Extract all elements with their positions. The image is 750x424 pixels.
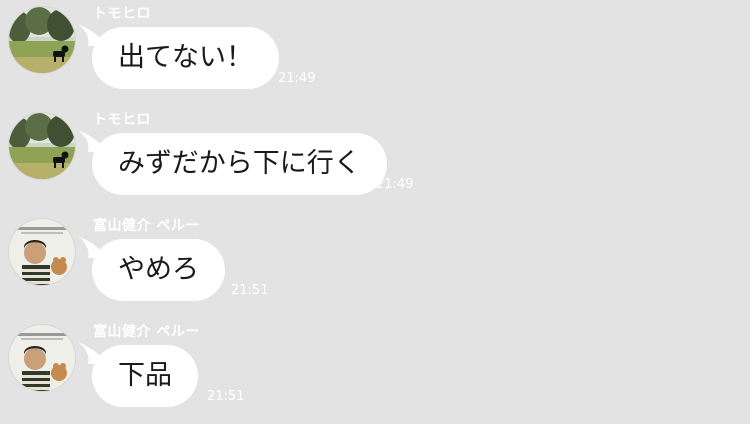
message-text: みずだから下に行く <box>92 133 387 195</box>
message-row: トモヒロ 出てない！ 21:49 <box>0 0 750 104</box>
sender-name: 富山健介 ペルー <box>93 218 200 234</box>
message-row: トモヒロ みずだから下に行く 21:49 <box>0 106 750 210</box>
message-time: 21:51 <box>231 283 269 298</box>
message-bubble[interactable]: 出てない！ <box>78 24 279 89</box>
message-time: 21:49 <box>278 71 316 86</box>
chat-log: トモヒロ 出てない！ 21:49 トモヒロ みずだから下に行く 21:49 富山… <box>0 0 750 416</box>
message-time: 21:49 <box>376 177 414 192</box>
message-text: 出てない！ <box>92 27 279 89</box>
person-avatar[interactable] <box>9 219 75 285</box>
message-row: 富山健介 ペルー 下品 21:51 <box>0 318 750 422</box>
message-time: 21:51 <box>207 389 245 404</box>
message-bubble[interactable]: みずだから下に行く <box>78 130 387 195</box>
message-text: やめろ <box>92 239 225 301</box>
message-row: 富山健介 ペルー やめろ 21:51 <box>0 212 750 316</box>
dog-park-avatar[interactable] <box>9 113 75 179</box>
sender-name: トモヒロ <box>93 112 151 128</box>
message-text: 下品 <box>92 345 198 407</box>
sender-name: トモヒロ <box>93 6 151 22</box>
sender-name: 富山健介 ペルー <box>93 324 200 340</box>
dog-park-avatar[interactable] <box>9 7 75 73</box>
message-bubble[interactable]: やめろ <box>78 236 225 301</box>
person-avatar[interactable] <box>9 325 75 391</box>
message-bubble[interactable]: 下品 <box>78 342 198 407</box>
